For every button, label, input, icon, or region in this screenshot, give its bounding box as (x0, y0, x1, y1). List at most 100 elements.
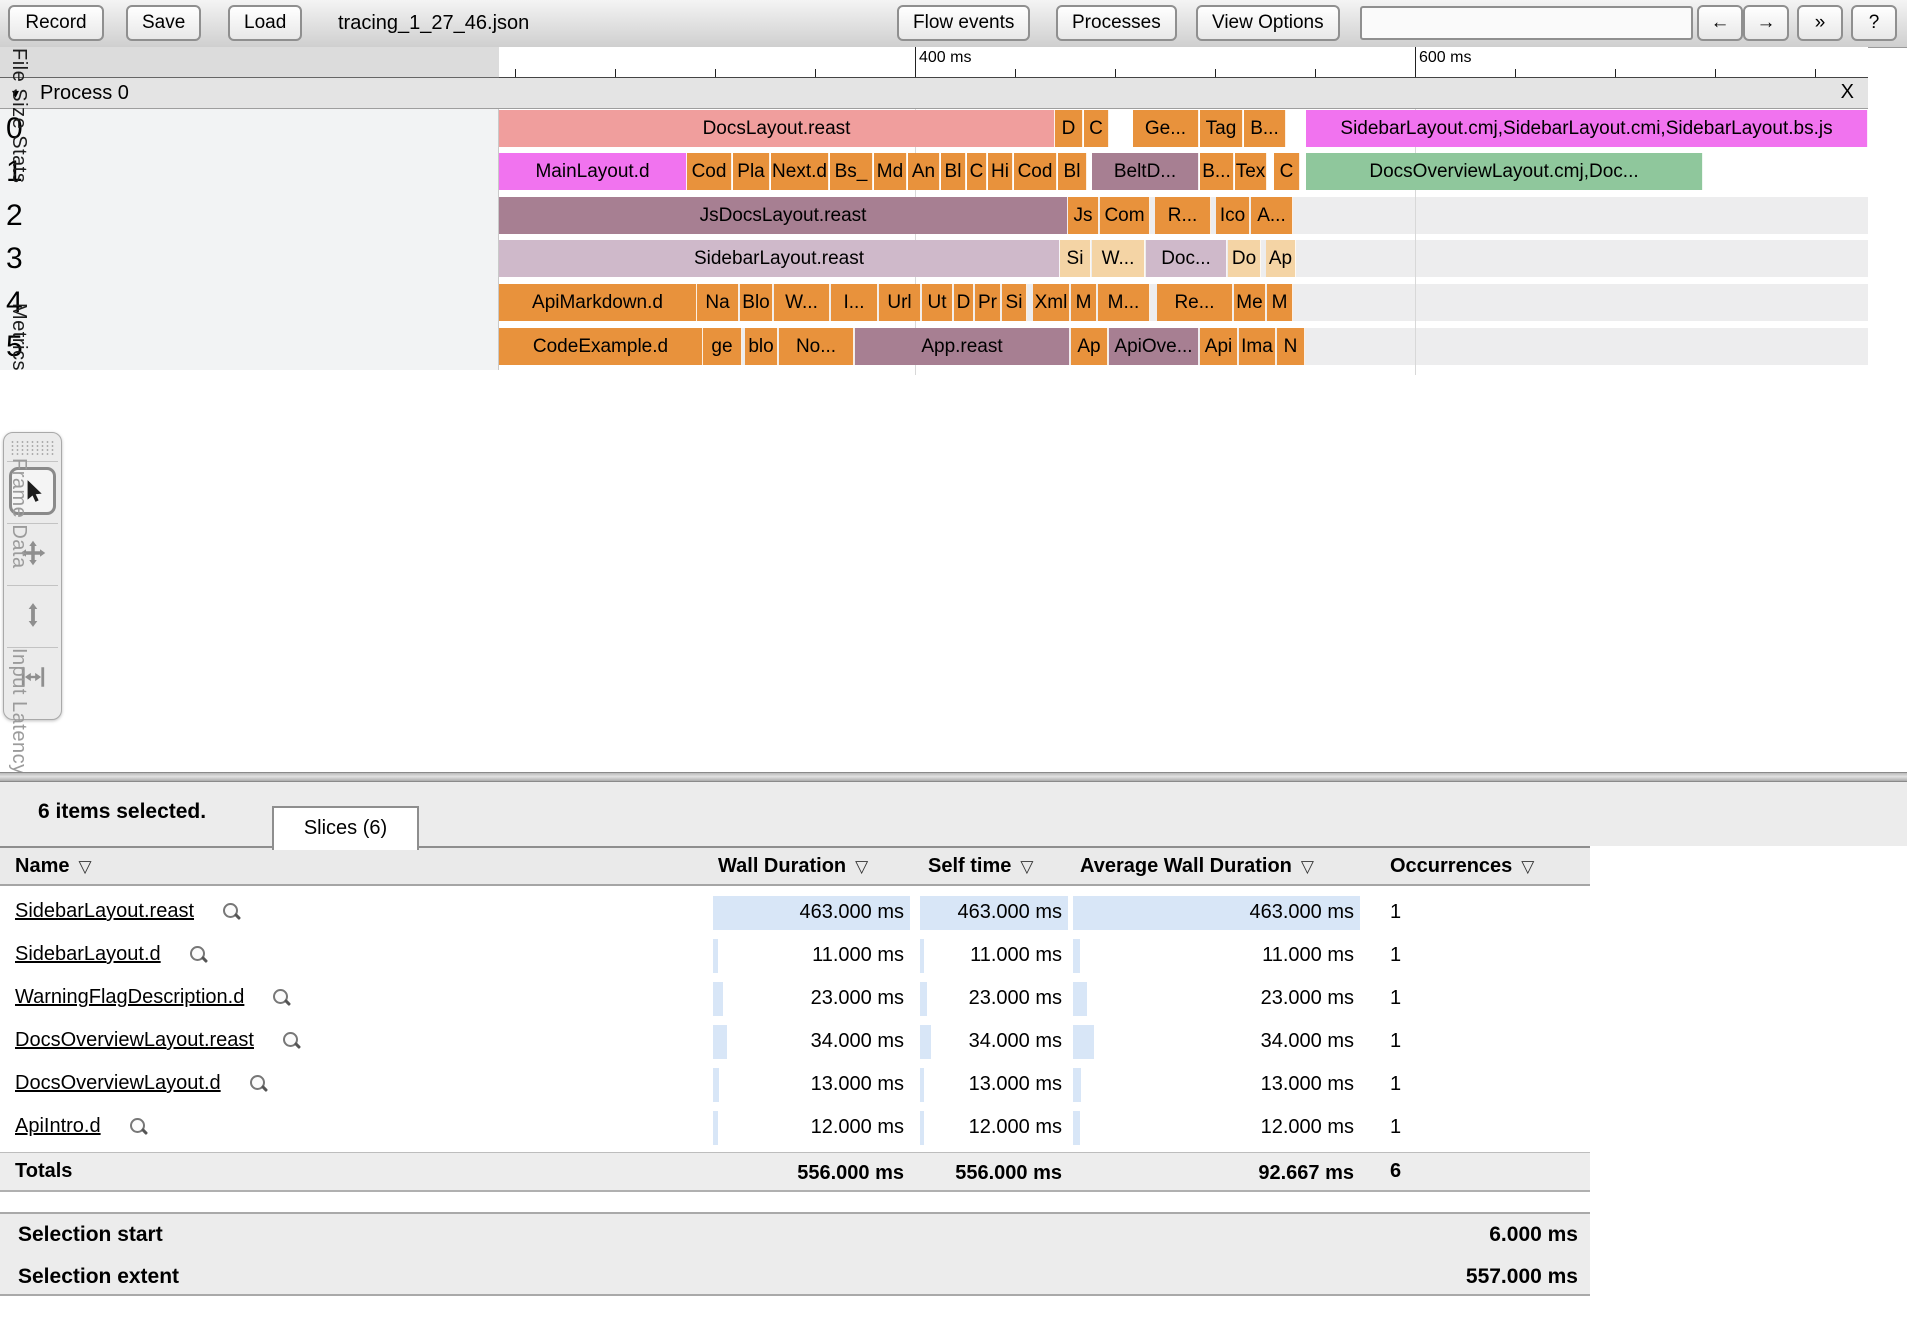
trace-slice[interactable]: C (1084, 110, 1109, 147)
help-button[interactable]: ? (1851, 5, 1897, 41)
magnifier-icon[interactable] (187, 944, 209, 966)
trace-slice[interactable]: blo (745, 328, 778, 365)
trace-slice[interactable]: B... (1244, 110, 1286, 147)
trace-slice[interactable]: D (954, 284, 974, 321)
trace-slice[interactable]: Cod (1014, 153, 1057, 190)
magnifier-icon[interactable] (247, 1073, 269, 1095)
load-button[interactable]: Load (228, 5, 303, 41)
trace-slice[interactable]: Md (874, 153, 907, 190)
trace-slice[interactable]: No... (779, 328, 854, 365)
flow-events-button[interactable]: Flow events (897, 5, 1031, 41)
trace-slice[interactable]: Url (879, 284, 921, 321)
trace-slice[interactable]: R... (1155, 197, 1211, 234)
column-header-occurrences[interactable]: Occurrences ▽ (1390, 855, 1534, 878)
column-header-average-wall-duration[interactable]: Average Wall Duration ▽ (1080, 855, 1314, 878)
sidebar-tab-file-size-stats[interactable]: File Size Stats (7, 48, 30, 183)
trace-slice[interactable]: Ut (922, 284, 953, 321)
record-button[interactable]: Record (8, 5, 104, 41)
trace-slice[interactable]: Si (1002, 284, 1027, 321)
trace-slice[interactable]: A... (1251, 197, 1293, 234)
trace-slice[interactable]: Bl (1058, 153, 1087, 190)
column-header-wall-duration[interactable]: Wall Duration ▽ (718, 855, 868, 878)
trace-slice[interactable]: DocsLayout.reast (499, 110, 1055, 147)
trace-slice[interactable]: ApiOve... (1109, 328, 1199, 365)
trace-slice[interactable]: Blo (740, 284, 773, 321)
trace-slice[interactable]: Ima (1239, 328, 1276, 365)
trace-slice[interactable]: SidebarLayout.reast (499, 240, 1060, 277)
slice-name-link[interactable]: SidebarLayout.reast (15, 900, 194, 923)
slice-name-link[interactable]: SidebarLayout.d (15, 943, 161, 966)
trace-slice[interactable]: M... (1098, 284, 1150, 321)
slice-name-link[interactable]: ApiIntro.d (15, 1115, 101, 1138)
trace-slice[interactable]: Bl (941, 153, 966, 190)
sidebar-tab-input-latency[interactable]: Input Latency (7, 648, 30, 775)
trace-slice[interactable]: Ap (1071, 328, 1108, 365)
panel-splitter[interactable] (0, 772, 1907, 782)
column-header-self-time[interactable]: Self time ▽ (928, 855, 1033, 878)
trace-slice[interactable]: W... (774, 284, 830, 321)
trace-slice[interactable]: BeltD... (1092, 153, 1199, 190)
column-header-name[interactable]: Name ▽ (15, 855, 92, 878)
trace-slice[interactable]: CodeExample.d (499, 328, 703, 365)
trace-slice[interactable]: Pla (733, 153, 770, 190)
trace-slice[interactable]: Bs_ (830, 153, 873, 190)
find-previous-button[interactable]: ← (1697, 5, 1743, 41)
slice-name-link[interactable]: WarningFlagDescription.d (15, 986, 244, 1009)
trace-slice[interactable]: An (908, 153, 940, 190)
trace-slice[interactable]: M (1071, 284, 1097, 321)
trace-slice[interactable]: DocsOverviewLayout.cmj,Doc... (1306, 153, 1703, 190)
trace-slice[interactable]: Re... (1157, 284, 1233, 321)
sort-arrow-icon[interactable]: ▽ (1020, 857, 1033, 876)
expand-toolbar-button[interactable]: » (1797, 5, 1843, 41)
trace-slice[interactable]: M (1267, 284, 1293, 321)
trace-slice[interactable]: Me (1234, 284, 1266, 321)
view-options-button[interactable]: View Options (1196, 5, 1340, 41)
save-button[interactable]: Save (126, 5, 202, 41)
trace-slice[interactable]: SidebarLayout.cmj,SidebarLayout.cmi,Side… (1306, 110, 1868, 147)
trace-slice[interactable]: MainLayout.d (499, 153, 687, 190)
trace-slice[interactable]: Ge... (1133, 110, 1199, 147)
trace-slice[interactable]: B... (1200, 153, 1234, 190)
trace-slice[interactable]: Tag (1200, 110, 1243, 147)
palette-drag-handle[interactable] (10, 440, 55, 455)
magnifier-icon[interactable] (270, 987, 292, 1009)
trace-slice[interactable]: C (1274, 153, 1300, 190)
trace-slice[interactable]: Hi (988, 153, 1013, 190)
trace-slice[interactable]: Doc... (1146, 240, 1227, 277)
trace-slice[interactable]: D (1055, 110, 1083, 147)
magnifier-icon[interactable] (127, 1116, 149, 1138)
trace-slice[interactable]: Na (697, 284, 739, 321)
magnifier-icon[interactable] (220, 901, 242, 923)
sort-arrow-icon[interactable]: ▽ (1521, 857, 1534, 876)
find-next-button[interactable]: → (1743, 5, 1789, 41)
trace-slice[interactable]: Ico (1216, 197, 1250, 234)
process-close-button[interactable]: X (1841, 81, 1854, 104)
slice-name-link[interactable]: DocsOverviewLayout.d (15, 1072, 221, 1095)
sort-arrow-icon[interactable]: ▽ (1301, 857, 1314, 876)
sort-arrow-icon[interactable]: ▽ (855, 857, 868, 876)
search-input[interactable] (1360, 6, 1693, 40)
trace-slice[interactable]: Api (1200, 328, 1238, 365)
trace-slice[interactable]: C (967, 153, 987, 190)
sort-arrow-icon[interactable]: ▽ (78, 857, 91, 876)
trace-slice[interactable]: ge (703, 328, 742, 365)
trace-slice[interactable]: Pr (975, 284, 1001, 321)
sidebar-tab-frame-data[interactable]: Frame Data (7, 458, 30, 569)
trace-slice[interactable]: App.reast (855, 328, 1070, 365)
trace-slice[interactable]: Tex (1235, 153, 1267, 190)
trace-slice[interactable]: Xml (1033, 284, 1070, 321)
trace-slice[interactable]: Si (1060, 240, 1091, 277)
slice-name-link[interactable]: DocsOverviewLayout.reast (15, 1029, 254, 1052)
trace-slice[interactable]: JsDocsLayout.reast (499, 197, 1068, 234)
trace-slice[interactable]: Cod (687, 153, 732, 190)
magnifier-icon[interactable] (280, 1030, 302, 1052)
tab-slices[interactable]: Slices (6) (272, 806, 419, 850)
sidebar-tab-metrics[interactable]: Metrics (7, 303, 30, 371)
trace-slice[interactable]: Js (1068, 197, 1099, 234)
trace-slice[interactable]: Do (1228, 240, 1261, 277)
processes-button[interactable]: Processes (1056, 5, 1177, 41)
trace-slice[interactable]: N (1277, 328, 1305, 365)
trace-slice[interactable]: Com (1100, 197, 1150, 234)
trace-slice[interactable]: Next.d (771, 153, 829, 190)
trace-slice[interactable]: ApiMarkdown.d (499, 284, 697, 321)
